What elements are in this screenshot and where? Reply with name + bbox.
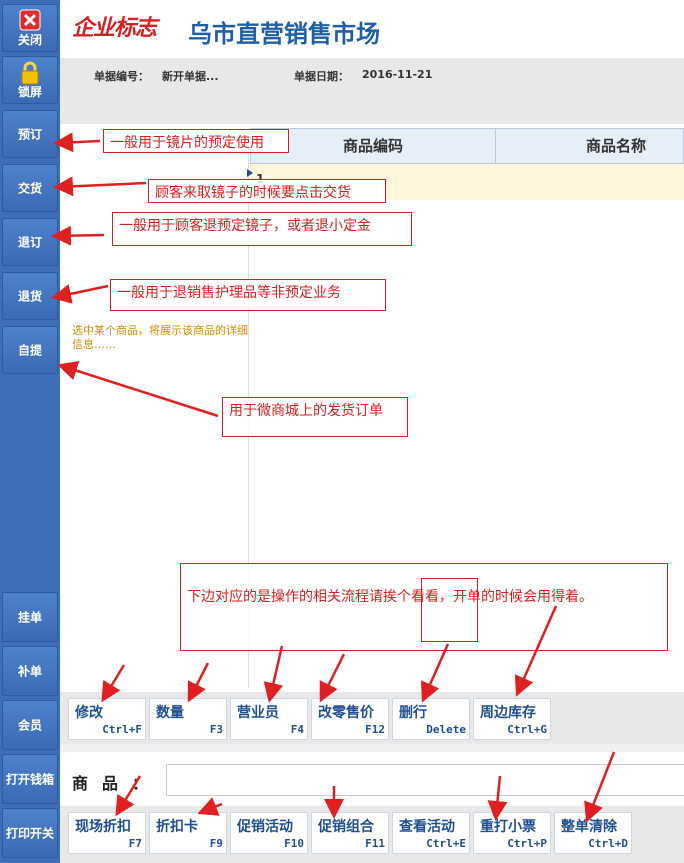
onsite-discount-button[interactable]: 现场折扣 F7	[68, 812, 146, 854]
annotation-deliver: 顾客来取镜子的时候要点击交货	[148, 179, 386, 203]
button-label: 删行	[399, 705, 427, 721]
close-label: 关闭	[17, 33, 42, 47]
company-logo: 企业标志	[72, 15, 157, 41]
annotation-return: 一般用于退销售护理品等非预定业务	[110, 279, 386, 311]
change-retail-price-button[interactable]: 改零售价 F12	[311, 698, 389, 740]
product-label: 商品：	[72, 774, 163, 793]
button-label: 促销组合	[318, 819, 374, 835]
sidebar-item-label: 预订	[17, 127, 42, 142]
sidebar-item-member[interactable]: 会员	[2, 700, 58, 750]
lock-screen-button[interactable]: 锁屏	[2, 56, 58, 104]
sidebar-item-print-toggle[interactable]: 打印开关	[2, 808, 58, 858]
button-label: 折扣卡	[156, 819, 198, 835]
close-icon	[19, 9, 41, 31]
sidebar-item-self-pickup[interactable]: 自提	[2, 326, 58, 374]
discount-card-button[interactable]: 折扣卡 F9	[149, 812, 227, 854]
doc-date-label: 单据日期：	[294, 70, 349, 83]
view-promotions-button[interactable]: 查看活动 Ctrl+E	[392, 812, 470, 854]
shortcut-label: F12	[365, 723, 385, 736]
sidebar-item-label: 打印开关	[5, 826, 54, 841]
product-input-row: 商品：	[60, 752, 684, 806]
nearby-stock-button[interactable]: 周边库存 Ctrl+G	[473, 698, 551, 740]
salesperson-button[interactable]: 营业员 F4	[230, 698, 308, 740]
shortcut-label: Ctrl+D	[588, 837, 628, 850]
lock-icon	[21, 61, 39, 85]
sidebar-item-cancel-reserve[interactable]: 退订	[2, 218, 58, 266]
lock-label: 锁屏	[17, 85, 42, 99]
detail-hint-text: 选中某个商品，将展示该商品的详细信息……	[72, 324, 248, 351]
sidebar: 关闭 锁屏 预订 交货 退订 退货 自提 挂单 补单 会员 打开钱箱 打印开关	[0, 0, 60, 863]
button-label: 修改	[75, 705, 103, 721]
shortcut-label: F10	[284, 837, 304, 850]
annotation-highlight-box	[421, 578, 478, 642]
sidebar-item-open-cash-drawer[interactable]: 打开钱箱	[2, 754, 58, 804]
shortcut-label: Ctrl+E	[426, 837, 466, 850]
shortcut-label: F7	[128, 837, 142, 850]
sidebar-item-label: 挂单	[17, 610, 42, 625]
sidebar-item-label: 补单	[17, 664, 42, 679]
button-label: 改零售价	[318, 705, 374, 721]
edit-button[interactable]: 修改 Ctrl+F	[68, 698, 146, 740]
button-label: 营业员	[237, 705, 279, 721]
annotation-reserve: 一般用于镜片的预定使用	[103, 129, 289, 153]
reprint-receipt-button[interactable]: 重打小票 Ctrl+P	[473, 812, 551, 854]
doc-date-value: 2016-11-21	[362, 68, 433, 81]
quantity-button[interactable]: 数量 F3	[149, 698, 227, 740]
button-label: 重打小票	[480, 819, 536, 835]
row-pointer-icon	[247, 169, 253, 177]
shortcut-label: F11	[365, 837, 385, 850]
product-input[interactable]	[166, 764, 684, 796]
button-label: 周边库存	[480, 705, 536, 721]
shortcut-label: F9	[209, 837, 223, 850]
annotation-cancel-reserve: 一般用于顾客退预定镜子，或者退小定金	[112, 212, 412, 246]
sidebar-item-label: 退订	[17, 235, 42, 250]
discount-button-bar: 现场折扣 F7 折扣卡 F9 促销活动 F10 促销组合 F11 查看活动 Ctrl+E …	[60, 806, 684, 863]
grid-header: 商品编码 商品名称	[250, 128, 684, 164]
sidebar-item-return[interactable]: 退货	[2, 272, 58, 320]
button-label: 现场折扣	[75, 819, 131, 835]
shortcut-label: F3	[209, 723, 223, 736]
header: 企业标志 乌市直营销售市场	[60, 0, 684, 58]
promotion-combo-button[interactable]: 促销组合 F11	[311, 812, 389, 854]
sidebar-item-deliver[interactable]: 交货	[2, 164, 58, 212]
shortcut-label: Delete	[426, 723, 466, 736]
document-info-bar: 单据编号： 新开单据... 单据日期： 2016-11-21	[60, 58, 684, 124]
doc-no-value: 新开单据...	[162, 70, 219, 83]
sidebar-item-label: 会员	[17, 718, 42, 733]
column-header-product-name[interactable]: 商品名称	[496, 129, 684, 163]
delete-row-button[interactable]: 删行 Delete	[392, 698, 470, 740]
shortcut-label: Ctrl+P	[507, 837, 547, 850]
sidebar-item-resume-order[interactable]: 补单	[2, 646, 58, 696]
button-label: 整单清除	[561, 819, 617, 835]
button-label: 查看活动	[399, 819, 455, 835]
function-button-bar: 修改 Ctrl+F 数量 F3 营业员 F4 改零售价 F12 删行 Delete 周边库…	[60, 692, 684, 744]
doc-no-label: 单据编号：	[94, 70, 149, 83]
button-label: 数量	[156, 705, 184, 721]
shortcut-label: Ctrl+F	[102, 723, 142, 736]
close-button[interactable]: 关闭	[2, 4, 58, 52]
shortcut-label: Ctrl+G	[507, 723, 547, 736]
sidebar-item-label: 退货	[17, 289, 42, 304]
promotion-button[interactable]: 促销活动 F10	[230, 812, 308, 854]
shortcut-label: F4	[290, 723, 304, 736]
clear-order-button[interactable]: 整单清除 Ctrl+D	[554, 812, 632, 854]
annotation-self-pickup: 用于微商城上的发货订单	[222, 397, 408, 437]
sidebar-item-label: 自提	[17, 343, 42, 358]
sidebar-item-reserve[interactable]: 预订	[2, 110, 58, 158]
button-label: 促销活动	[237, 819, 293, 835]
sidebar-item-label: 打开钱箱	[5, 772, 54, 787]
sidebar-item-label: 交货	[17, 181, 42, 196]
sidebar-item-hold-order[interactable]: 挂单	[2, 592, 58, 642]
page-title: 乌市直营销售市场	[188, 20, 380, 48]
